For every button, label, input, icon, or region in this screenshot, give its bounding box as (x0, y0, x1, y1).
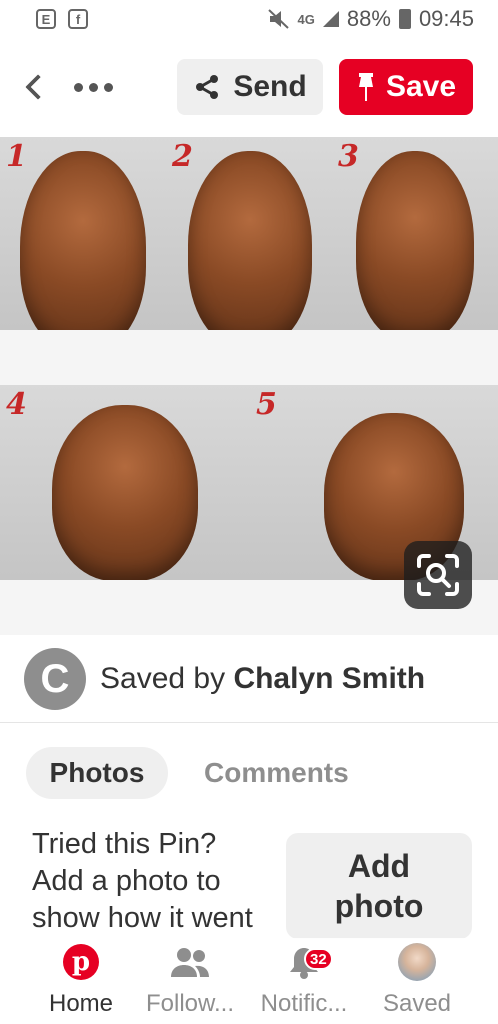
more-options-button[interactable] (74, 82, 113, 92)
nav-home-label: Home (48, 990, 114, 1017)
step-number: 1 (6, 139, 27, 174)
profile-avatar (398, 943, 436, 981)
avatar[interactable]: C (24, 648, 86, 710)
pushpin-icon (358, 73, 373, 101)
hair-shape (356, 151, 474, 341)
share-icon (196, 75, 219, 99)
status-bar: E f 4G 88% 09:45 (0, 0, 498, 38)
signal-icon (322, 11, 339, 27)
save-label: Save (385, 70, 457, 103)
hair-shape (52, 405, 198, 581)
people-icon (171, 948, 209, 977)
nav-notifications-label: Notific... (260, 990, 348, 1017)
facebook-icon: f (68, 9, 88, 29)
nav-home[interactable]: p Home (40, 938, 122, 1024)
step-photo-3: 3 (332, 137, 498, 385)
tried-pin-prompt: Tried this Pin? Add a photo to show how … (32, 828, 253, 934)
hair-shape (20, 151, 146, 351)
step-number: 5 (256, 387, 277, 422)
add-photo-button[interactable]: Add photo (286, 833, 472, 939)
step-photo-4: 4 (0, 385, 250, 635)
send-button[interactable]: Send (177, 59, 323, 115)
dot-icon (74, 82, 83, 92)
tab-photos[interactable]: Photos (26, 747, 168, 799)
dot-icon (104, 82, 113, 92)
step-number: 4 (6, 387, 27, 422)
lens-search-icon (417, 554, 459, 596)
nav-following[interactable]: Follow... (140, 938, 240, 1024)
mute-icon (267, 9, 289, 29)
shirt-shape (166, 330, 332, 385)
nav-saved[interactable]: Saved (376, 938, 458, 1024)
battery-icon (398, 9, 411, 29)
chevron-left-icon (25, 74, 51, 100)
back-button[interactable] (16, 62, 52, 112)
step-number: 3 (338, 139, 359, 174)
shirt-shape (0, 330, 166, 385)
nav-saved-label: Saved (382, 990, 452, 1017)
send-label: Send (233, 70, 307, 103)
nav-following-label: Follow... (145, 990, 235, 1017)
notification-badge: 32 (304, 948, 333, 970)
clock: 09:45 (418, 6, 474, 31)
step-photo-1: 1 (0, 137, 166, 385)
pinterest-logo-icon: p (63, 944, 99, 980)
step-photo-2: 2 (166, 137, 332, 385)
network-type: 4G (297, 11, 315, 27)
divider (0, 722, 498, 723)
hair-shape (188, 151, 312, 347)
shirt-shape (0, 580, 250, 635)
app-notification-icon: E (36, 9, 56, 29)
saved-by-prefix: Saved by (100, 662, 226, 695)
saved-by-text: Saved by Chalyn Smith (100, 662, 425, 696)
saved-by-row[interactable]: C Saved by Chalyn Smith (24, 648, 474, 710)
dot-icon (89, 82, 98, 92)
visual-search-button[interactable] (404, 541, 472, 609)
save-button[interactable]: Save (339, 59, 473, 115)
saved-by-user[interactable]: Chalyn Smith (233, 662, 425, 695)
pin-toolbar: Send Save (0, 50, 498, 124)
battery-percent: 88% (346, 6, 391, 31)
shirt-shape (332, 330, 498, 385)
step-number: 2 (172, 139, 193, 174)
bottom-nav: p Home Follow... 32 Notific... Saved (0, 938, 498, 1024)
nav-notifications[interactable]: 32 Notific... (254, 938, 354, 1024)
tab-comments[interactable]: Comments (204, 747, 349, 799)
